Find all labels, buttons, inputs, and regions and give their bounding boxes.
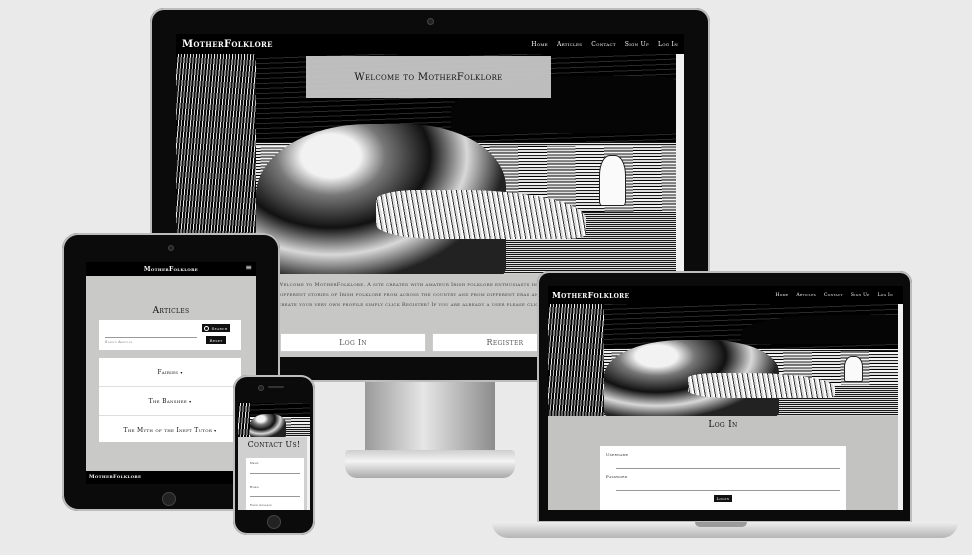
laptop-screen: MotherFolklore Home Articles Contact Sig…	[548, 286, 903, 510]
desktop-hero-title-box: Welcome to MotherFolklore	[306, 56, 551, 98]
tablet-screen: MotherFolklore ≡ Articles Search Article…	[86, 262, 256, 484]
desktop-logo[interactable]: MotherFolklore	[182, 39, 273, 50]
phone-screen: Contact Us! Name Email Your message	[238, 403, 310, 510]
tablet-article-item[interactable]: The Myth of the Inept Tutor ▾	[99, 416, 241, 444]
tablet-article-label: Fairies	[157, 368, 179, 376]
tablet-search-panel: Search Articles Search Reset	[99, 320, 241, 350]
laptop-password-input[interactable]	[616, 482, 840, 491]
laptop-nav-contact[interactable]: Contact	[824, 293, 843, 298]
laptop-hero-image	[548, 304, 898, 416]
phone-camera	[258, 385, 264, 391]
laptop-username-label: Username	[606, 452, 629, 457]
tablet-navbar: MotherFolklore ≡	[86, 262, 256, 276]
tablet-article-item[interactable]: The Banshee ▾	[99, 387, 241, 416]
desktop-hero-title: Welcome to MotherFolklore	[354, 71, 503, 83]
tablet-search-button[interactable]: Search	[202, 324, 230, 332]
phone-email-input[interactable]	[250, 491, 300, 497]
desktop-nav-login[interactable]: Log In	[658, 41, 678, 48]
laptop-nav-home[interactable]: Home	[776, 293, 789, 298]
hamburger-menu-icon[interactable]: ≡	[245, 263, 252, 272]
phone-hero-image	[238, 403, 310, 437]
desktop-nav-articles[interactable]: Articles	[557, 41, 582, 48]
tablet-search-placeholder: Search Articles	[105, 340, 133, 344]
phone-name-input[interactable]	[250, 467, 300, 474]
desktop-nav-links: Home Articles Contact Sign Up Log In	[531, 41, 678, 48]
laptop-logo[interactable]: MotherFolklore	[552, 290, 629, 300]
desktop-nav-contact[interactable]: Contact	[591, 41, 616, 48]
desktop-stand-neck	[365, 382, 495, 452]
laptop-notch	[695, 522, 747, 527]
laptop-login-form: Username Password Login	[600, 446, 846, 510]
tablet-article-label: The Myth of the Inept Tutor	[123, 426, 213, 434]
phone-message-label: Your message	[250, 503, 273, 507]
tablet-articles-list: Fairies ▾ The Banshee ▾ The Myth of the In…	[99, 358, 241, 442]
desktop-login-button[interactable]: Log In	[280, 333, 426, 352]
caret-down-icon: ▾	[214, 427, 217, 433]
tablet-footer-logo[interactable]: MotherFolklore	[89, 474, 141, 480]
tablet-reset-button[interactable]: Reset	[206, 336, 226, 344]
tablet-page-title: Articles	[152, 306, 190, 316]
tablet-article-item[interactable]: Fairies ▾	[99, 358, 241, 387]
laptop-nav-links: Home Articles Contact Sign Up Log In	[776, 293, 900, 298]
laptop-login-button[interactable]: Login	[714, 495, 732, 502]
laptop-scrollbar[interactable]	[898, 304, 903, 510]
phone-page-title: Contact Us!	[247, 440, 301, 449]
desktop-monitor-camera	[427, 18, 434, 25]
desktop-nav-home[interactable]: Home	[531, 41, 548, 48]
tablet-search-input[interactable]: Search Articles	[105, 328, 197, 344]
laptop-navbar: MotherFolklore Home Articles Contact Sig…	[548, 286, 903, 304]
laptop-nav-signup[interactable]: Sign Up	[851, 293, 870, 298]
phone-name-label: Name	[250, 461, 259, 465]
phone-scrollbar[interactable]	[307, 437, 310, 510]
phone-contact-form: Name Email Your message	[246, 458, 304, 510]
desktop-nav-signup[interactable]: Sign Up	[625, 41, 649, 48]
tablet-footer: MotherFolklore	[86, 471, 256, 484]
laptop-nav-login[interactable]: Log In	[878, 293, 893, 298]
caret-down-icon: ▾	[180, 369, 183, 375]
laptop-username-input[interactable]	[616, 460, 840, 469]
tablet-camera	[168, 245, 174, 251]
phone-home-button[interactable]	[267, 515, 281, 529]
tablet-search-label: Search	[211, 325, 228, 331]
laptop-nav-articles[interactable]: Articles	[796, 293, 816, 298]
phone-email-label: Email	[250, 485, 260, 489]
desktop-navbar: MotherFolklore Home Articles Contact Sig…	[176, 34, 684, 54]
phone-speaker	[268, 386, 284, 388]
laptop-form-title: Log In	[708, 420, 738, 430]
desktop-stand-base	[345, 450, 515, 478]
laptop-password-label: Password	[606, 474, 628, 479]
magnifier-icon	[204, 325, 210, 331]
tablet-home-button[interactable]	[162, 492, 176, 506]
caret-down-icon: ▾	[189, 398, 192, 404]
tablet-article-label: The Banshee	[148, 397, 188, 405]
tablet-logo[interactable]: MotherFolklore	[144, 266, 198, 273]
